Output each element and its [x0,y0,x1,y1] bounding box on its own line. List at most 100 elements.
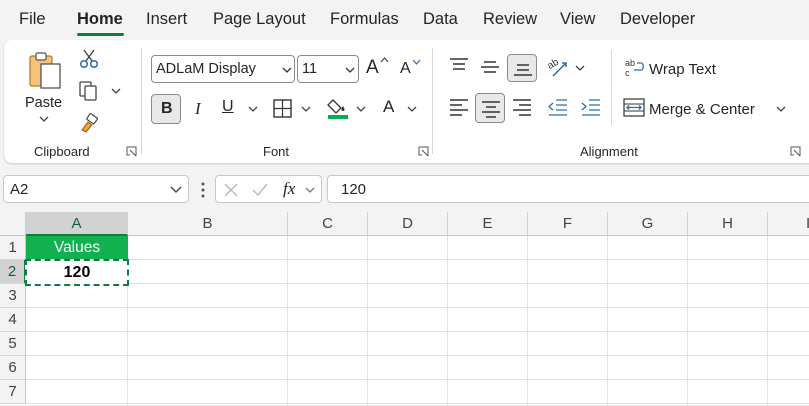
tab-formulas[interactable]: Formulas [330,10,399,29]
gridline [687,236,688,406]
bold-button[interactable]: B [151,94,181,124]
insert-function-button[interactable]: fx [283,179,295,199]
column-header-b[interactable]: B [128,212,288,236]
cut-icon[interactable] [78,48,100,70]
font-dialog-launcher-icon[interactable] [418,146,429,157]
underline-button[interactable]: U [222,98,234,116]
merge-center-dropdown-chevron-icon[interactable] [776,106,786,113]
tab-insert[interactable]: Insert [146,10,187,29]
tab-home[interactable]: Home [77,10,123,29]
fill-color-icon[interactable] [326,95,352,121]
font-color-button[interactable]: A [383,97,394,117]
cell-a2[interactable]: 120 [25,259,129,286]
column-header-c[interactable]: C [288,212,368,236]
clipboard-dialog-launcher-icon[interactable] [126,146,137,157]
shrink-caret-icon [412,59,421,65]
tab-file[interactable]: File [19,10,46,29]
copy-icon[interactable] [78,80,100,102]
gridline [767,236,768,406]
chevron-down-icon[interactable] [170,186,182,194]
name-box[interactable]: A2 [3,175,189,203]
column-header-a[interactable]: A [26,212,128,236]
select-all-button[interactable] [0,212,26,236]
font-group-label: Font [263,144,290,159]
tab-data[interactable]: Data [423,10,458,29]
shrink-font-button[interactable]: A [400,60,411,78]
chevron-down-icon[interactable] [305,187,315,194]
bottom-align-button[interactable] [507,54,537,82]
column-header-d[interactable]: D [368,212,448,236]
paste-dropdown-chevron-icon[interactable] [39,116,49,123]
grow-font-button[interactable]: A [366,57,379,79]
row-header-7[interactable]: 7 [0,380,26,404]
wrap-text-button[interactable]: Wrap Text [649,61,716,78]
row-header-5[interactable]: 5 [0,332,26,356]
format-painter-icon[interactable] [78,112,100,134]
column-header-f[interactable]: F [528,212,608,236]
font-name-select[interactable]: ADLaM Display [151,55,295,83]
row-header-2[interactable]: 2 [0,260,26,284]
svg-text:ab: ab [625,58,635,68]
enter-check-icon[interactable] [251,182,269,198]
alignment-dialog-launcher-icon[interactable] [790,146,801,157]
ribbon-divider [141,48,142,154]
tab-developer[interactable]: Developer [620,10,695,29]
align-center-icon [482,101,500,118]
more-options-icon[interactable] [200,181,206,199]
row-header-1[interactable]: 1 [0,236,26,260]
gridline [447,236,448,406]
cell-a1[interactable]: Values [26,236,128,260]
paste-icon[interactable] [26,50,66,92]
cancel-icon[interactable] [223,182,239,198]
borders-icon[interactable] [272,98,294,120]
font-size-value: 11 [302,61,318,77]
gridline [527,236,528,406]
wrap-text-icon[interactable]: ab c [624,57,646,79]
font-size-select[interactable]: 11 [297,55,359,83]
tab-review[interactable]: Review [483,10,537,29]
gridline [26,379,809,380]
formula-value: 120 [341,181,367,198]
column-header-g[interactable]: G [608,212,688,236]
chevron-down-icon [282,67,292,73]
merge-center-button[interactable]: Merge & Center [649,101,755,118]
column-header-i[interactable]: I [768,212,809,236]
formula-bar: A2 fx 120 [0,171,809,207]
copy-dropdown-chevron-icon[interactable] [111,88,121,95]
increase-indent-icon[interactable] [580,97,602,117]
decrease-indent-icon[interactable] [547,97,569,117]
gridline [26,331,809,332]
font-color-dropdown-chevron-icon[interactable] [407,106,417,113]
fill-color-dropdown-chevron-icon[interactable] [356,106,366,113]
alignment-group-label: Alignment [580,144,638,159]
align-center-button[interactable] [475,93,505,123]
top-align-icon[interactable] [448,56,470,76]
tab-view[interactable]: View [560,10,595,29]
align-right-icon[interactable] [511,97,533,117]
gridline [26,355,809,356]
merge-center-icon[interactable] [623,97,645,119]
row-header-3[interactable]: 3 [0,284,26,308]
orientation-dropdown-chevron-icon[interactable] [575,65,585,72]
row-header-4[interactable]: 4 [0,308,26,332]
orientation-icon[interactable]: ab [547,55,571,79]
borders-dropdown-chevron-icon[interactable] [301,106,311,113]
menu-bar: File Home Insert Page Layout Formulas Da… [0,0,809,40]
formula-input[interactable]: 120 [327,175,809,203]
tab-page-layout[interactable]: Page Layout [213,10,306,29]
svg-text:c: c [625,68,630,78]
gridline [367,236,368,406]
row-header-6[interactable]: 6 [0,356,26,380]
column-header-h[interactable]: H [688,212,768,236]
align-left-icon[interactable] [448,97,470,117]
paste-label[interactable]: Paste [25,95,62,111]
column-header-e[interactable]: E [448,212,528,236]
gridline [26,403,809,404]
underline-dropdown-chevron-icon[interactable] [248,106,258,113]
middle-align-icon[interactable] [479,58,501,78]
formula-buttons: fx [215,175,322,203]
alignment-inner-divider [611,50,612,125]
worksheet-grid: A B C D E F G H I 1 2 3 4 5 6 7 Values 1… [0,212,809,406]
italic-button[interactable]: I [195,99,201,119]
ribbon-divider [432,48,433,154]
